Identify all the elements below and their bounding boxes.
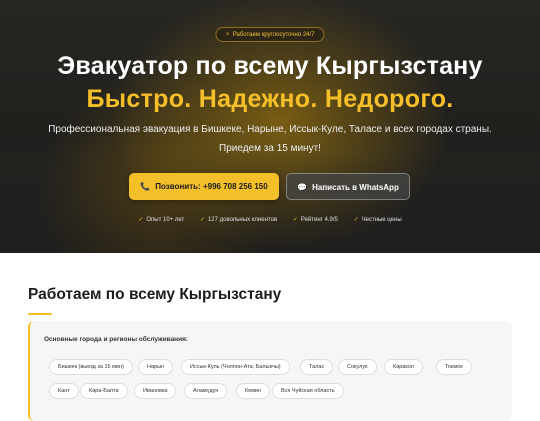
city-chip[interactable]: Нарын	[138, 359, 174, 375]
city-chip[interactable]: Сокулук	[338, 359, 377, 375]
whatsapp-button[interactable]: 💬 Написать в WhatsApp	[286, 173, 410, 200]
city-chip[interactable]: Талас	[300, 359, 334, 375]
city-chip[interactable]: Ивановка	[134, 383, 177, 399]
city-chip[interactable]: Кемин	[236, 383, 271, 399]
whatsapp-button-label: Написать в WhatsApp	[312, 183, 399, 192]
section-title: Работаем по всему Кыргызстану	[28, 286, 282, 303]
chat-icon: 💬	[297, 183, 308, 192]
feature-item: ✓ 127 довольных клиентов	[199, 217, 278, 223]
availability-badge-label: Работаем круглосуточно 24/7	[232, 32, 315, 38]
city-chip[interactable]: Кант	[49, 383, 79, 399]
section-title-underline	[28, 313, 52, 315]
call-button-label: Позвонить: +996 708 256 150	[155, 182, 268, 191]
lightning-icon: ⚡	[225, 32, 230, 38]
hero-slogan: Быстро. Надежно. Недорого.	[86, 85, 454, 113]
feature-item: ✓ Честные цены	[353, 217, 402, 223]
city-chip[interactable]: Вся Чуйская область	[272, 383, 344, 399]
cities-card: Основные города и регионы обслуживания: …	[28, 321, 512, 421]
hero-subtitle-promise: Приедем за 15 минут!	[219, 143, 321, 154]
city-chip[interactable]: Каракол	[384, 359, 423, 375]
feature-item: ✓ Опыт 10+ лет	[138, 217, 185, 223]
hero-subtitle: Профессиональная эвакуация в Бишкеке, На…	[48, 124, 492, 135]
feature-list: ✓ Опыт 10+ лет ✓ 127 довольных клиентов ✓ Р…	[0, 216, 540, 223]
city-chip[interactable]: Иссык-Куль (Чолпон-Ата, Балыкчы)	[181, 359, 290, 375]
check-icon: ✓	[138, 217, 144, 223]
city-chip[interactable]: Бишкек (выезд за 15 мин)	[49, 359, 133, 375]
availability-badge: ⚡ Работаем круглосуточно 24/7	[215, 27, 325, 42]
city-chip[interactable]: Аламүдүн	[184, 383, 228, 399]
feature-item: ✓ Рейтинг 4.9/5	[292, 217, 338, 223]
check-icon: ✓	[353, 217, 359, 223]
hero-title: Эвакуатор по всему Кыргызстану	[57, 52, 483, 80]
check-icon: ✓	[292, 217, 298, 223]
cities-card-title: Основные города и регионы обслуживания:	[44, 336, 189, 343]
city-chip[interactable]: Токмок	[436, 359, 472, 375]
check-icon: ✓	[199, 217, 205, 223]
phone-icon: 📞	[140, 182, 151, 191]
hero-section: ⚡ Работаем круглосуточно 24/7 Эвакуатор п…	[0, 0, 540, 253]
city-chip[interactable]: Кара-Балта	[80, 383, 128, 399]
call-button[interactable]: 📞 Позвонить: +996 708 256 150	[129, 173, 279, 200]
coverage-section: Работаем по всему Кыргызстану Основные г…	[0, 253, 540, 421]
